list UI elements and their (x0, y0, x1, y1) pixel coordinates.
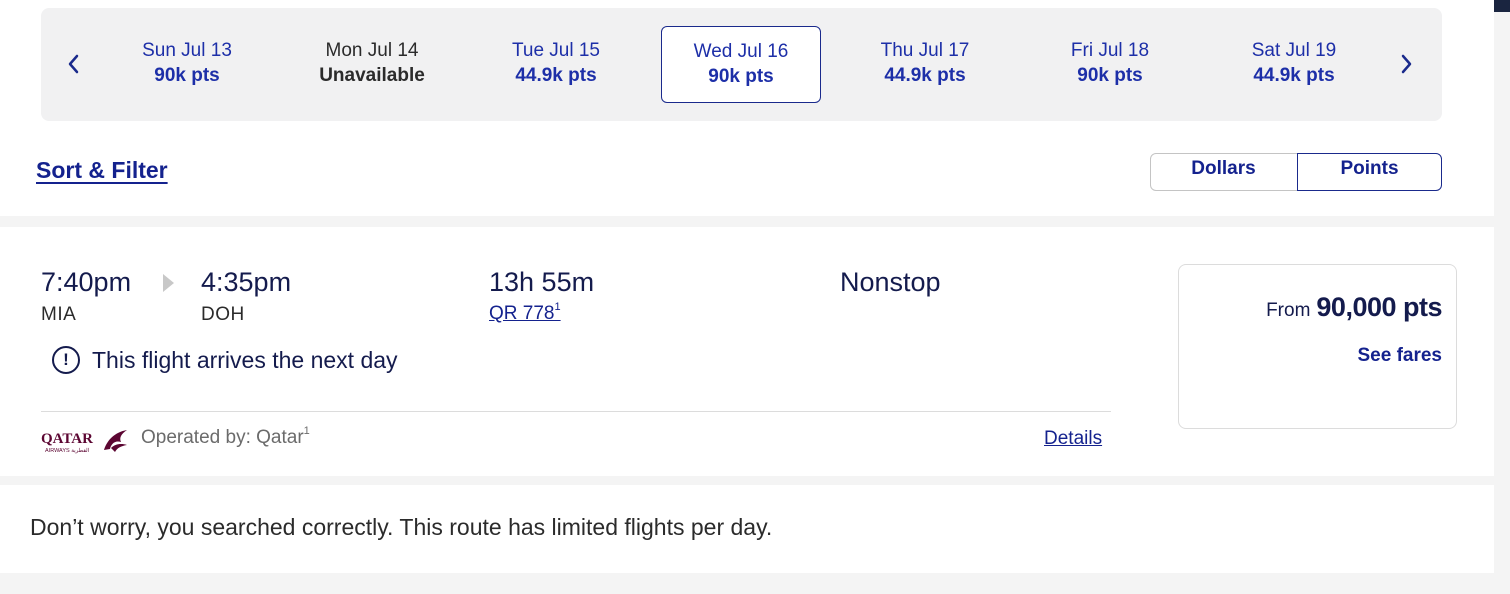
date-and-controls-panel: Sun Jul 13 90k pts Mon Jul 14 Unavailabl… (0, 0, 1494, 216)
date-label: Sun Jul 13 (142, 40, 232, 61)
date-price: 44.9k pts (884, 65, 966, 86)
date-option-tue-jul-15[interactable]: Tue Jul 15 44.9k pts (476, 26, 636, 103)
date-option-fri-jul-18[interactable]: Fri Jul 18 90k pts (1030, 26, 1190, 103)
date-label: Fri Jul 18 (1070, 40, 1150, 61)
date-selector: Sun Jul 13 90k pts Mon Jul 14 Unavailabl… (41, 8, 1442, 121)
logo-wordmark: QATAR (41, 431, 93, 447)
sort-filter-link[interactable]: Sort & Filter (36, 157, 168, 184)
stops-label: Nonstop (840, 267, 941, 297)
arrival-time: 4:35pm (201, 267, 292, 297)
flight-footnote: 1 (554, 301, 561, 313)
notice-text: This flight arrives the next day (92, 346, 398, 373)
flight-result-card: 7:40pm MIA 4:35pm DOH 13h 55m QR 7781 No… (0, 227, 1494, 476)
details-link[interactable]: Details (1044, 428, 1102, 450)
date-option-sat-jul-19[interactable]: Sat Jul 19 44.9k pts (1214, 26, 1374, 103)
date-label: Wed Jul 16 (693, 41, 789, 62)
flight-number: QR 778 (489, 303, 555, 324)
fare-price: From 90,000 pts (1266, 292, 1442, 323)
departure-time: 7:40pm (41, 267, 132, 297)
arrival-airport: DOH (201, 304, 245, 325)
divider (41, 411, 1111, 412)
see-fares-link[interactable]: See fares (1357, 345, 1442, 367)
previous-dates-button[interactable] (59, 42, 89, 86)
route-arrow-icon (163, 274, 174, 292)
chevron-right-icon (1401, 54, 1412, 74)
date-label: Thu Jul 17 (880, 40, 970, 61)
fare-summary-box[interactable]: From 90,000 pts See fares (1178, 264, 1457, 429)
next-day-notice: ! This flight arrives the next day (52, 346, 398, 374)
operated-by-text: Operated by: Qatar (141, 427, 304, 448)
points-toggle-button[interactable]: Points (1297, 153, 1442, 191)
window-edge (1494, 0, 1510, 12)
operated-by: Operated by: Qatar1 (141, 425, 310, 449)
date-option-thu-jul-17[interactable]: Thu Jul 17 44.9k pts (845, 26, 1005, 103)
next-dates-button[interactable] (1391, 42, 1421, 86)
logo-subtext: AIRWAYS القطرية (45, 447, 90, 454)
operated-footnote: 1 (303, 425, 310, 437)
date-label: Tue Jul 15 (511, 40, 600, 61)
departure-airport: MIA (41, 304, 77, 325)
date-label: Mon Jul 14 (325, 40, 419, 61)
date-label: Sat Jul 19 (1251, 40, 1337, 61)
date-price: 90k pts (154, 65, 220, 86)
fare-prefix: From (1266, 300, 1311, 321)
date-unavailable: Unavailable (319, 65, 425, 86)
date-price: 44.9k pts (515, 65, 597, 86)
info-message-text: Don’t worry, you searched correctly. Thi… (30, 514, 773, 540)
date-option-mon-jul-14: Mon Jul 14 Unavailable (292, 26, 452, 103)
qatar-airways-logo: QATAR AIRWAYS القطرية (41, 430, 127, 454)
dollars-toggle-button[interactable]: Dollars (1151, 153, 1296, 191)
date-option-wed-jul-16-selected[interactable]: Wed Jul 16 90k pts (661, 26, 821, 103)
chevron-left-icon (68, 54, 79, 74)
flight-duration: 13h 55m (489, 267, 595, 297)
date-price: 90k pts (1077, 65, 1143, 86)
date-price: 44.9k pts (1253, 65, 1335, 86)
date-option-sun-jul-13[interactable]: Sun Jul 13 90k pts (107, 26, 267, 103)
exclamation-circle-icon: ! (52, 346, 80, 374)
currency-toggle: Dollars Points (1150, 153, 1442, 191)
fare-value: 90,000 pts (1316, 292, 1442, 322)
flight-number-link[interactable]: QR 7781 (489, 301, 561, 325)
date-price: 90k pts (708, 66, 774, 87)
limited-flights-message: Don’t worry, you searched correctly. Thi… (0, 485, 1494, 573)
